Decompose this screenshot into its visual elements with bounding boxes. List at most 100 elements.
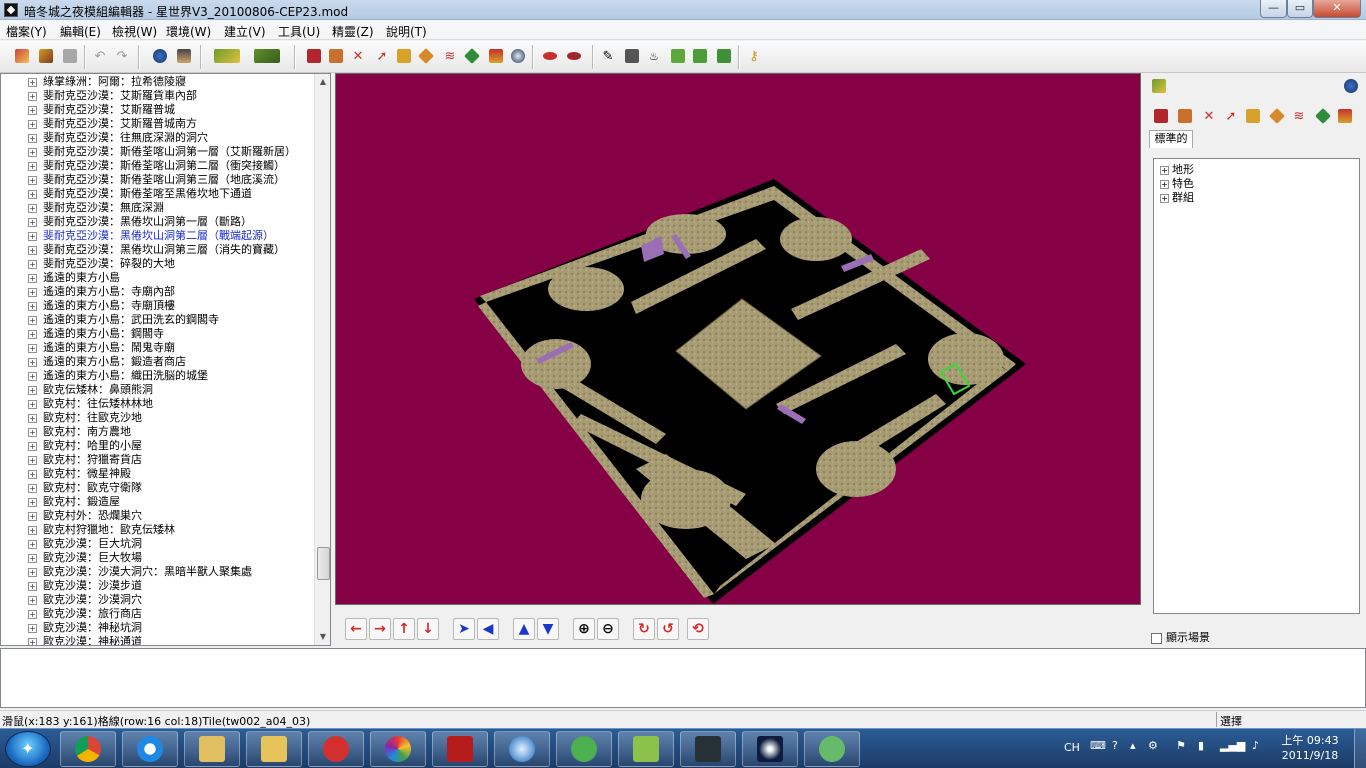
- journal-icon[interactable]: [690, 46, 710, 66]
- undo-icon[interactable]: ↶: [90, 46, 110, 66]
- tree-item[interactable]: + 歐克沙漠：神秘通道: [1, 635, 314, 645]
- expand-icon[interactable]: +: [28, 330, 37, 339]
- area-wizard-icon[interactable]: [212, 46, 242, 66]
- flag-icon[interactable]: ⚑: [1176, 739, 1186, 752]
- ie-taskbar-icon[interactable]: [122, 731, 178, 767]
- scroll-up-icon[interactable]: ▲: [315, 74, 330, 90]
- palette-trigger-icon[interactable]: [1313, 106, 1333, 126]
- tree-item[interactable]: + 歐克村外：恐爛巣穴: [1, 509, 314, 523]
- checkbox-box[interactable]: [1151, 632, 1162, 644]
- tree-item[interactable]: + 斐耐克亞沙漠：斯倦荃喀山洞第二層（衝突接觸）: [1, 159, 314, 173]
- tree-item[interactable]: + 遙遠的東方小島：鬧鬼寺廟: [1, 341, 314, 355]
- tree-item[interactable]: + 斐耐克亞沙漠：碎裂的大地: [1, 257, 314, 271]
- tree-item[interactable]: + 歐克伝矮林：鼻頭熊洞: [1, 383, 314, 397]
- expand-icon[interactable]: +: [28, 568, 37, 577]
- tray-arrow-icon[interactable]: ▴: [1130, 739, 1136, 752]
- menu-build[interactable]: 建立(V): [224, 23, 266, 40]
- messenger-taskbar-icon[interactable]: [618, 731, 674, 767]
- evernote-taskbar-icon[interactable]: [556, 731, 612, 767]
- tree-item[interactable]: + 歐克沙漠：旅行商店: [1, 607, 314, 621]
- tree-item[interactable]: + 歐克村：歐克守衛隊: [1, 481, 314, 495]
- clock[interactable]: 上午 09:43 2011/9/18: [1278, 733, 1342, 763]
- tree-item[interactable]: + 斐耐克亞沙漠：黑倦坎山洞第二層（戰端起源）: [1, 229, 314, 243]
- tree-item[interactable]: + 斐耐克亞沙漠：斯倦荃喀山洞第三層（地底溪流）: [1, 173, 314, 187]
- expand-icon[interactable]: +: [28, 526, 37, 535]
- show-scene-checkbox[interactable]: 顯示場景: [1151, 629, 1210, 645]
- rotate-right-icon[interactable]: ➤: [453, 618, 475, 640]
- expand-icon[interactable]: +: [28, 610, 37, 619]
- expand-icon[interactable]: +: [1160, 165, 1169, 175]
- tree-item[interactable]: + 斐耐克亞沙漠：艾斯羅貨車內部: [1, 89, 314, 103]
- expand-icon[interactable]: +: [28, 638, 37, 645]
- expand-icon[interactable]: +: [28, 582, 37, 591]
- palette-merchant-icon[interactable]: [1243, 106, 1263, 126]
- tree-item[interactable]: + 歐克村：鍛造屋: [1, 495, 314, 509]
- expand-icon[interactable]: +: [28, 484, 37, 493]
- tree-item[interactable]: + 遙遠的東方小島：武田洗玄的鋼閣寺: [1, 313, 314, 327]
- expand-icon[interactable]: +: [28, 498, 37, 507]
- expand-icon[interactable]: +: [28, 274, 37, 283]
- tree-item[interactable]: + 遙遠的東方小島：織田洗脳的城堡: [1, 369, 314, 383]
- module-properties-icon[interactable]: [150, 46, 170, 66]
- orbit-ccw-icon[interactable]: ↺: [657, 618, 679, 640]
- expand-icon[interactable]: +: [28, 204, 37, 213]
- palette-tree-item[interactable]: + 地形: [1160, 163, 1194, 177]
- creature-paint-icon[interactable]: [304, 46, 324, 66]
- tree-item[interactable]: + 歐克沙漠：沙漠大洞穴：黑暗半獸人聚集處: [1, 565, 314, 579]
- menu-view[interactable]: 檢視(W): [112, 23, 157, 40]
- menu-file[interactable]: 檔案(Y): [6, 23, 47, 40]
- palette-creature-icon[interactable]: [1151, 106, 1171, 126]
- palette-tree-item[interactable]: + 特色: [1160, 177, 1194, 191]
- help-icon[interactable]: ?: [1112, 739, 1118, 752]
- expand-icon[interactable]: +: [28, 78, 37, 87]
- expand-icon[interactable]: +: [28, 456, 37, 465]
- expand-icon[interactable]: +: [28, 176, 37, 185]
- lips-icon[interactable]: [540, 46, 560, 66]
- expand-icon[interactable]: +: [28, 512, 37, 521]
- output-panel[interactable]: [0, 648, 1366, 708]
- palette-door-icon[interactable]: [1175, 106, 1195, 126]
- tree-item[interactable]: + 歐克村：狩獵寄貨店: [1, 453, 314, 467]
- expand-icon[interactable]: +: [1160, 193, 1169, 203]
- tree-item[interactable]: + 歐克沙漠：沙漠步道: [1, 579, 314, 593]
- expand-icon[interactable]: +: [28, 260, 37, 269]
- expand-icon[interactable]: +: [28, 162, 37, 171]
- tree-item[interactable]: + 斐耐克亞沙漠：無底深淵: [1, 201, 314, 215]
- menu-environment[interactable]: 環境(W): [166, 23, 211, 40]
- tree-item[interactable]: + 歐克沙漠：沙漠洞穴: [1, 593, 314, 607]
- tree-item[interactable]: + 歐克村：往伝矮林林地: [1, 397, 314, 411]
- tree-item[interactable]: + 綠掌綠洲：阿爾：拉希德陵寢: [1, 75, 314, 89]
- new-module-icon[interactable]: [12, 46, 32, 66]
- tree-item[interactable]: + 斐耐克亞沙漠：往無底深淵的洞穴: [1, 131, 314, 145]
- tab-standard[interactable]: 標準的: [1149, 130, 1193, 148]
- tree-scrollbar[interactable]: ▲ ▼: [314, 74, 330, 645]
- scroll-down-icon[interactable]: ▼: [315, 629, 330, 645]
- zoom-out-icon[interactable]: ⊖: [597, 618, 619, 640]
- tree-item[interactable]: + 遙遠的東方小島: [1, 271, 314, 285]
- expand-icon[interactable]: +: [28, 148, 37, 157]
- tree-item[interactable]: + 歐克村：往歐克沙地: [1, 411, 314, 425]
- tree-item[interactable]: + 斐耐克亞沙漠：艾斯羅普城: [1, 103, 314, 117]
- script-editor-icon[interactable]: ✎: [598, 46, 618, 66]
- tree-item[interactable]: + 斐耐克亞沙漠：艾斯羅普城南方: [1, 117, 314, 131]
- expand-icon[interactable]: +: [28, 246, 37, 255]
- chrome-taskbar-icon[interactable]: [60, 731, 116, 767]
- explorer-taskbar-icon[interactable]: [246, 731, 302, 767]
- expand-icon[interactable]: +: [28, 400, 37, 409]
- expand-icon[interactable]: +: [28, 596, 37, 605]
- paint-taskbar-icon[interactable]: [184, 731, 240, 767]
- expand-icon[interactable]: +: [28, 372, 37, 381]
- menu-wizards[interactable]: 精靈(Z): [332, 23, 374, 40]
- area-group-icon[interactable]: [252, 46, 282, 66]
- expand-icon[interactable]: +: [28, 232, 37, 241]
- door-paint-icon[interactable]: [326, 46, 346, 66]
- placeable-paint-icon[interactable]: [416, 46, 436, 66]
- volume-icon[interactable]: ♪: [1252, 739, 1259, 752]
- item-paint-icon[interactable]: ➚: [372, 46, 392, 66]
- expand-icon[interactable]: +: [28, 120, 37, 129]
- pan-right-icon[interactable]: →: [369, 618, 391, 640]
- tree-item[interactable]: + 歐克村：南方農地: [1, 425, 314, 439]
- scroll-thumb[interactable]: [317, 547, 330, 580]
- tree-item[interactable]: + 歐克村狩獵地：歐克伝矮林: [1, 523, 314, 537]
- expand-icon[interactable]: +: [28, 470, 37, 479]
